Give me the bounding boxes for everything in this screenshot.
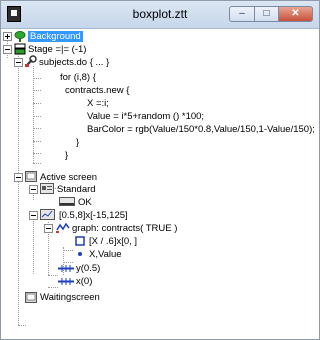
tree-item-y-axis[interactable]: y(0.5)	[76, 262, 100, 275]
tree-item-label: Background	[28, 31, 83, 42]
minimize-button[interactable]: –	[229, 6, 255, 22]
wrench-icon	[25, 55, 37, 67]
code-line[interactable]: for (i,8) {	[60, 71, 96, 84]
tree-item-point[interactable]: X,Value	[89, 248, 122, 261]
tree-item-label: y(0.5)	[76, 263, 101, 274]
point-icon	[78, 252, 82, 256]
button-icon	[59, 197, 75, 206]
tree-item-ok[interactable]: OK	[78, 196, 92, 209]
tree-item-waitingscreen[interactable]: Waitingscreen	[40, 291, 100, 304]
tree-line	[33, 90, 41, 91]
code-line[interactable]: Value = i*5+random () *100;	[87, 110, 204, 123]
tree-item-label: subjects.do { ... }	[39, 57, 110, 68]
rectangle-icon	[75, 236, 85, 246]
tree-item-frame[interactable]: [0.5,8]x[-15,125]	[59, 209, 128, 222]
code-line[interactable]: }	[65, 149, 68, 162]
tree-line	[33, 78, 41, 79]
screen-icon	[25, 171, 37, 182]
app-window: boxplot.ztt – □ ✕ Background Stage =|= (…	[0, 0, 320, 340]
axis-icon	[58, 278, 74, 285]
tree-line	[63, 250, 73, 251]
tree-item-graph[interactable]: graph: contracts( TRUE )	[72, 222, 177, 235]
graph-icon	[56, 222, 70, 233]
axis-icon	[58, 265, 74, 272]
tree-line	[18, 54, 19, 325]
tree-line	[33, 103, 41, 104]
collapse-toggle[interactable]	[3, 45, 12, 54]
tree-item-label: graph: contracts( TRUE )	[72, 223, 178, 234]
tree-line	[48, 275, 58, 276]
tree-item-standard[interactable]: Standard	[57, 183, 96, 196]
title-bar[interactable]: boxplot.ztt – □ ✕	[1, 1, 319, 29]
tree-item-x-axis[interactable]: x(0)	[76, 275, 92, 288]
frame-icon	[40, 209, 55, 220]
tree-item-background[interactable]: Background	[28, 30, 83, 43]
tree-item-label: x(0)	[76, 276, 93, 287]
tree-line	[33, 128, 41, 129]
tree-item-label: Active screen	[40, 172, 98, 183]
tree-item-label: Waitingscreen	[40, 292, 100, 303]
tree-item-label: OK	[78, 197, 92, 208]
collapse-toggle[interactable]	[14, 173, 23, 182]
tree-item-label: [0.5,8]x[-15,125]	[59, 210, 128, 221]
collapse-toggle[interactable]	[29, 185, 38, 194]
tree-line	[33, 116, 41, 117]
tree-view[interactable]: Background Stage =|= (-1) subjects.do { …	[1, 29, 319, 339]
code-line[interactable]: contracts.new {	[65, 84, 129, 97]
tree-line	[33, 153, 41, 154]
collapse-toggle[interactable]	[14, 58, 23, 67]
collapse-toggle[interactable]	[29, 211, 38, 220]
tree-item-label: X,Value	[89, 249, 122, 260]
tree-item-subjects[interactable]: subjects.do { ... }	[39, 56, 109, 69]
tree-item-rect[interactable]: [X / .6]x[0, ]	[89, 235, 137, 248]
close-button[interactable]: ✕	[279, 6, 313, 22]
tree-line	[33, 141, 41, 142]
panel-icon	[40, 183, 54, 194]
tree-line	[33, 211, 34, 274]
tree-item-label: Stage =|= (-1)	[28, 44, 87, 55]
tree-item-label: [X / .6]x[0, ]	[89, 236, 138, 247]
collapse-toggle[interactable]	[44, 224, 53, 233]
screen-icon	[25, 292, 37, 303]
expand-toggle[interactable]	[3, 32, 12, 41]
maximize-button[interactable]: □	[255, 6, 279, 22]
tree-line	[18, 325, 26, 326]
stage-icon	[14, 43, 26, 55]
tree-line	[48, 287, 58, 288]
code-line[interactable]: X =:i;	[87, 97, 109, 110]
tree-line	[63, 262, 73, 263]
tree-item-label: Standard	[57, 184, 96, 195]
tree-line	[33, 163, 41, 164]
tree-line	[33, 66, 34, 163]
code-line[interactable]: }	[76, 136, 79, 149]
code-line[interactable]: BarColor = rgb(Value/150*0.8,Value/150,1…	[87, 123, 315, 136]
tree-icon	[14, 31, 26, 42]
